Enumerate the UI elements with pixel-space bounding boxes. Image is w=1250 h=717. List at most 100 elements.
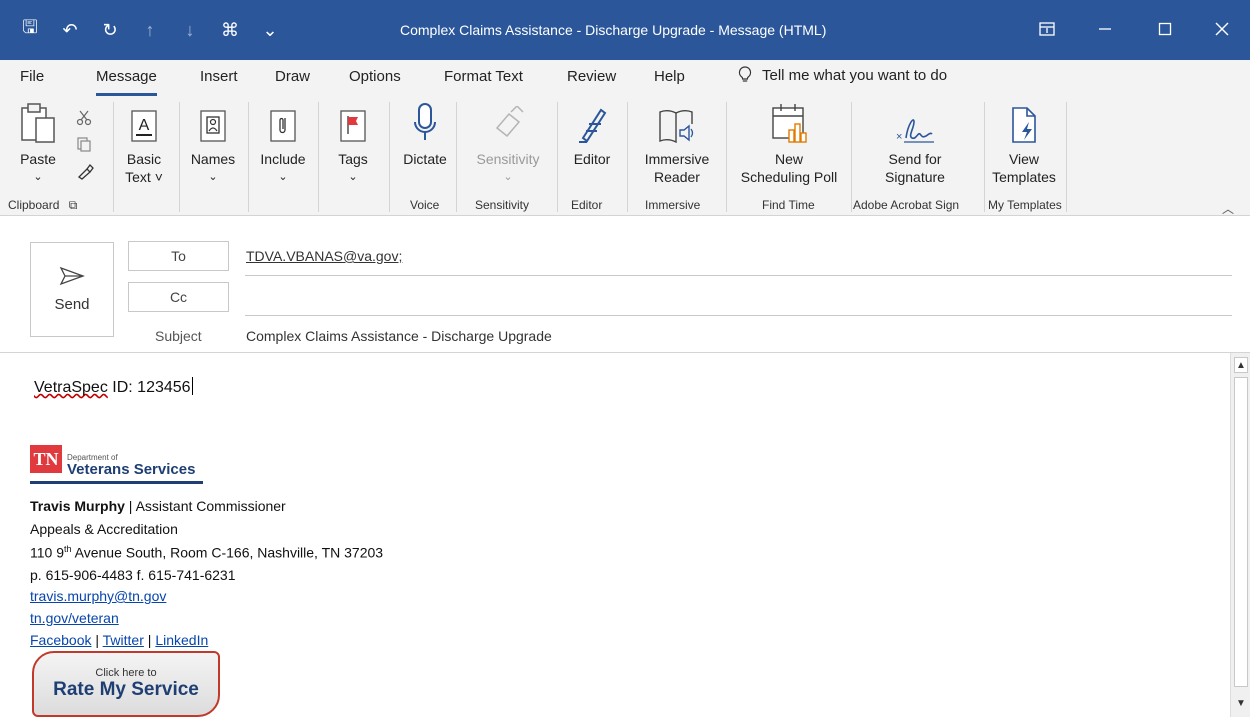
group-label-editor: Editor bbox=[571, 198, 603, 212]
tags-button[interactable]: Tags ⌄ bbox=[330, 96, 376, 186]
sensitivity-button[interactable]: Sensitivity ⌄ bbox=[470, 96, 546, 186]
body-vetraspec-line: VetraSpec ID: 123456 bbox=[34, 377, 193, 396]
quick-access-toolbar: 🖫 ↶ ↻ ↑ ↓ ⌘ ⌄ bbox=[18, 17, 282, 42]
editor-label: Editor bbox=[573, 151, 611, 167]
tab-message[interactable]: Message bbox=[96, 68, 157, 96]
chevron-down-icon: ⌄ bbox=[503, 171, 513, 183]
rate-small-label: Click here to bbox=[95, 667, 157, 679]
address-book-icon bbox=[200, 96, 226, 146]
scroll-up-icon[interactable]: ▲ bbox=[1234, 357, 1248, 373]
dictate-button[interactable]: Dictate bbox=[398, 96, 452, 168]
cc-button[interactable]: Cc bbox=[128, 282, 229, 312]
flag-icon bbox=[340, 96, 366, 146]
signature-icon: × bbox=[892, 96, 938, 146]
logo-underline bbox=[30, 481, 203, 484]
tn-logo-mark: TN bbox=[30, 445, 62, 473]
paste-label: Paste bbox=[20, 151, 56, 167]
send-button[interactable]: Send bbox=[30, 242, 114, 337]
to-button[interactable]: To bbox=[128, 241, 229, 271]
chevron-down-icon: ⌄ bbox=[208, 171, 218, 183]
close-icon[interactable] bbox=[1207, 14, 1237, 44]
logo-veterans-services-text: Veterans Services bbox=[67, 461, 196, 478]
editor-button[interactable]: Editor bbox=[566, 96, 618, 168]
include-button[interactable]: Include ⌄ bbox=[256, 96, 310, 186]
send-icon bbox=[59, 266, 85, 286]
signature-name: Travis Murphy bbox=[30, 498, 125, 514]
new-scheduling-poll-button[interactable]: New Scheduling Poll bbox=[734, 96, 844, 186]
scheduling-poll-label: New bbox=[774, 151, 803, 167]
signature-address: 110 9th Avenue South, Room C-166, Nashvi… bbox=[30, 544, 384, 561]
vertical-scrollbar[interactable]: ▲ ▼ bbox=[1230, 353, 1250, 717]
collapse-ribbon-icon[interactable]: ︿ bbox=[1222, 200, 1234, 217]
ribbon: Paste ⌄ A Basic Text ˅ Names ⌄ Include ⌄… bbox=[0, 96, 1250, 216]
tell-me-search[interactable]: Tell me what you want to do bbox=[738, 66, 947, 84]
send-for-signature-label-2: Signature bbox=[885, 169, 945, 185]
tab-format-text[interactable]: Format Text bbox=[444, 68, 523, 85]
twitter-link[interactable]: Twitter bbox=[103, 632, 144, 648]
tab-options[interactable]: Options bbox=[349, 68, 401, 85]
dialog-launcher-icon[interactable]: ⧉ bbox=[69, 198, 78, 212]
format-painter-icon[interactable] bbox=[76, 162, 94, 180]
subject-label: Subject bbox=[155, 328, 202, 344]
tab-draw[interactable]: Draw bbox=[275, 68, 310, 85]
tab-file[interactable]: File bbox=[20, 68, 44, 85]
copy-icon[interactable] bbox=[76, 136, 92, 152]
send-for-signature-button[interactable]: × Send for Signature bbox=[870, 96, 960, 186]
view-templates-label-2: Templates bbox=[992, 169, 1056, 185]
immersive-reader-label-2: Reader bbox=[654, 169, 700, 185]
basic-text-button[interactable]: A Basic Text ˅ bbox=[121, 96, 167, 186]
email-link[interactable]: travis.murphy@tn.gov bbox=[30, 588, 166, 604]
misspelled-word[interactable]: VetraSpec bbox=[34, 379, 108, 396]
signature-social-line: Facebook | Twitter | LinkedIn bbox=[30, 632, 209, 648]
scroll-thumb[interactable] bbox=[1234, 377, 1248, 687]
save-icon[interactable]: 🖫 bbox=[18, 17, 42, 42]
subject-field[interactable]: Complex Claims Assistance - Discharge Up… bbox=[246, 328, 552, 344]
undo-icon[interactable]: ↶ bbox=[58, 18, 82, 42]
to-field-underline bbox=[245, 275, 1232, 276]
up-arrow-icon[interactable]: ↑ bbox=[138, 18, 162, 42]
paste-button[interactable]: Paste ⌄ bbox=[18, 96, 58, 186]
tab-help[interactable]: Help bbox=[654, 68, 685, 85]
scheduling-poll-label-2: Scheduling Poll bbox=[740, 169, 838, 185]
scroll-down-icon[interactable]: ▼ bbox=[1234, 695, 1248, 711]
chevron-down-icon: ⌄ bbox=[33, 171, 43, 183]
rate-my-service-button[interactable]: Click here to Rate My Service bbox=[32, 651, 220, 717]
microphone-icon bbox=[412, 96, 438, 146]
facebook-link[interactable]: Facebook bbox=[30, 632, 91, 648]
immersive-reader-icon bbox=[656, 96, 698, 146]
text-cursor bbox=[191, 377, 193, 395]
cut-icon[interactable] bbox=[76, 110, 92, 126]
immersive-reader-button[interactable]: Immersive Reader bbox=[637, 96, 717, 186]
group-label-adobe: Adobe Acrobat Sign bbox=[853, 198, 960, 212]
editor-pen-icon bbox=[575, 96, 609, 146]
tab-insert[interactable]: Insert bbox=[200, 68, 238, 85]
signature-division: Appeals & Accreditation bbox=[30, 521, 178, 537]
svg-text:×: × bbox=[896, 131, 902, 143]
signature-title: | Assistant Commissioner bbox=[124, 498, 286, 514]
ribbon-display-options-icon[interactable] bbox=[1032, 14, 1062, 44]
dictate-label: Dictate bbox=[403, 151, 447, 167]
down-arrow-icon[interactable]: ↓ bbox=[178, 18, 202, 42]
font-color-icon: A bbox=[131, 96, 157, 146]
immersive-reader-label: Immersive bbox=[644, 151, 710, 167]
maximize-icon[interactable] bbox=[1150, 14, 1180, 44]
customize-icon[interactable]: ⌄ bbox=[258, 18, 282, 42]
view-templates-button[interactable]: View Templates bbox=[986, 96, 1062, 186]
view-templates-label: View bbox=[1008, 151, 1040, 167]
linkedin-link[interactable]: LinkedIn bbox=[155, 632, 208, 648]
clipboard-icon bbox=[18, 96, 58, 146]
tab-review[interactable]: Review bbox=[567, 68, 616, 85]
window-title: Complex Claims Assistance - Discharge Up… bbox=[400, 22, 827, 38]
minimize-icon[interactable] bbox=[1090, 14, 1120, 44]
cc-field-underline[interactable] bbox=[245, 315, 1232, 316]
attach-icon[interactable]: ⌘ bbox=[218, 18, 242, 42]
svg-text:A: A bbox=[139, 117, 150, 134]
names-button[interactable]: Names ⌄ bbox=[188, 96, 238, 186]
templates-icon bbox=[1007, 96, 1041, 146]
basic-text-label-2: Text ˅ bbox=[125, 169, 163, 185]
website-link[interactable]: tn.gov/veteran bbox=[30, 610, 119, 626]
signature-name-line: Travis Murphy | Assistant Commissioner bbox=[30, 498, 286, 514]
rate-big-label: Rate My Service bbox=[53, 679, 199, 700]
redo-icon[interactable]: ↻ bbox=[98, 18, 122, 42]
to-recipient[interactable]: TDVA.VBANAS@va.gov; bbox=[246, 248, 402, 264]
